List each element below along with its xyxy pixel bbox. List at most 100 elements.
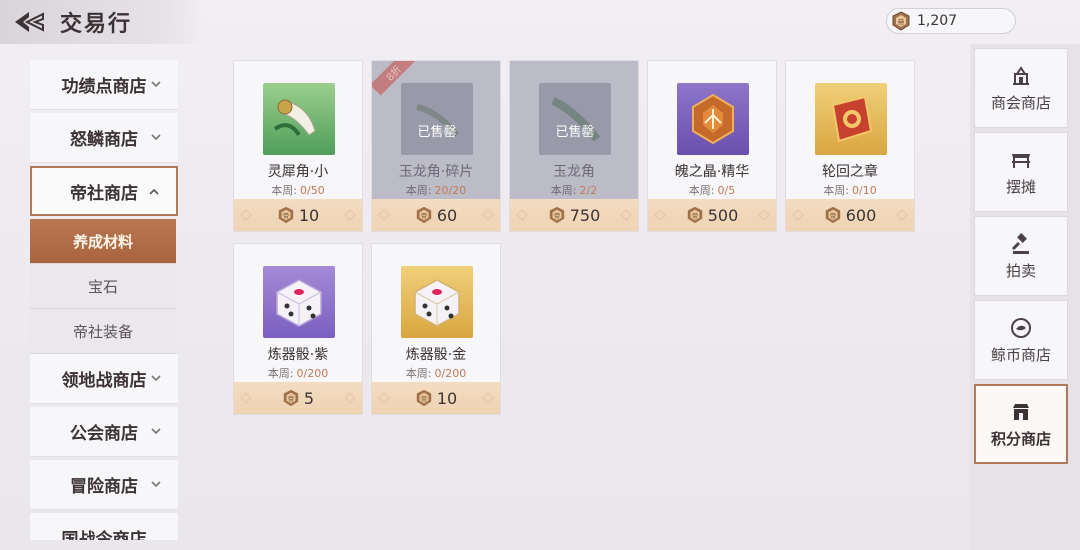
weekly-count: 2/2 <box>579 184 598 197</box>
chevron-down-icon <box>151 375 161 382</box>
weekly-label: 本周: <box>405 367 432 380</box>
svg-text:帝: 帝 <box>898 18 905 27</box>
diamond-deco-icon <box>240 209 252 221</box>
menu-item-scale-shop[interactable]: 怒鳞商店 <box>30 113 178 163</box>
weekly-label: 本周: <box>271 184 297 197</box>
item-price: 60 <box>436 205 458 225</box>
item-price: 600 <box>845 205 877 225</box>
weekly-label: 本周: <box>823 184 849 197</box>
nav-whale-coin-shop[interactable]: 鲸币商店 <box>974 300 1068 380</box>
svg-text:帝: 帝 <box>421 394 427 403</box>
menu-item-merit-shop[interactable]: 功绩点商店 <box>30 60 178 110</box>
menu-item-label: 功绩点商店 <box>61 77 147 97</box>
weekly-count: 0/5 <box>717 184 736 197</box>
guild-shop-icon <box>1013 65 1029 85</box>
points-shop-icon <box>1013 403 1029 420</box>
weekly-limit: 本周: 20/20 <box>372 182 500 198</box>
menu-item-label: 公会商店 <box>70 424 138 444</box>
menu-item-label: 冒险商店 <box>70 477 138 497</box>
weekly-label: 本周: <box>688 184 715 197</box>
price-bar: 帝 500 <box>648 199 776 231</box>
weekly-count: 0/200 <box>296 367 329 380</box>
weekly-count: 0/10 <box>852 184 877 197</box>
nav-label: 积分商店 <box>990 429 1051 448</box>
emperor-coin-icon: 帝 <box>892 11 910 31</box>
menu-item-territory-shop[interactable]: 领地战商店 <box>30 354 178 404</box>
price-bar: 帝 750 <box>510 199 638 231</box>
back-arrow-icon <box>15 12 44 32</box>
svg-text:帝: 帝 <box>554 211 560 220</box>
shop-category-menu: 功绩点商店 怒鳞商店 帝社商店 养成材料 宝石 帝社装备 领地战商店 公会商店 … <box>30 60 178 540</box>
submenu-item-materials[interactable]: 养成材料 <box>30 219 176 264</box>
item-price: 10 <box>298 205 320 225</box>
weekly-limit: 本周: 0/50 <box>234 182 362 198</box>
item-name: 炼器骰·紫 <box>267 347 329 363</box>
nav-stall[interactable]: 摆摊 <box>974 132 1068 212</box>
nav-points-shop[interactable]: 积分商店 <box>974 384 1068 464</box>
item-card[interactable]: 轮回之章 本周: 0/10 帝 600 <box>785 60 915 232</box>
menu-item-dishe-shop[interactable]: 帝社商店 <box>30 166 178 216</box>
menu-item-national-war-shop[interactable]: 国战令商店 <box>30 513 178 540</box>
horn-icon <box>263 83 335 155</box>
menu-item-guild-shop[interactable]: 公会商店 <box>30 407 178 457</box>
trade-nav: 商会商店 摆摊 拍卖 鲸币商店 积分商店 <box>970 44 1080 550</box>
weekly-limit: 本周: 0/200 <box>372 365 500 381</box>
diamond-deco-icon <box>482 209 494 221</box>
item-card[interactable]: 灵犀角·小 本周: 0/50 帝 10 <box>233 60 363 232</box>
emperor-coin-icon: 帝 <box>687 206 702 224</box>
price-bar: 帝 60 <box>372 199 500 231</box>
emperor-coin-icon: 帝 <box>549 206 564 224</box>
chevron-down-icon <box>151 134 161 141</box>
diamond-deco-icon <box>620 209 632 221</box>
item-price: 750 <box>569 205 601 225</box>
nav-auction[interactable]: 拍卖 <box>974 216 1068 296</box>
nav-label: 鲸币商店 <box>990 345 1051 364</box>
item-price: 10 <box>436 388 458 408</box>
chevron-down-icon <box>151 81 161 88</box>
top-bar: 交易行 帝 1,207 <box>0 0 1080 44</box>
emperor-coin-icon: 帝 <box>278 206 294 224</box>
item-card[interactable]: 炼器骰·金 本周: 0/200 帝 10 <box>371 243 501 415</box>
item-price: 5 <box>303 388 315 408</box>
crystal-essence-icon <box>677 83 749 155</box>
diamond-deco-icon <box>792 209 804 221</box>
nav-label: 拍卖 <box>1005 261 1036 280</box>
item-card[interactable]: 炼器骰·紫 本周: 0/200 帝 5 <box>233 243 363 415</box>
submenu-item-gems[interactable]: 宝石 <box>30 264 176 309</box>
menu-item-label: 领地战商店 <box>61 371 147 391</box>
price-bar: 帝 10 <box>234 199 362 231</box>
nav-guild-shop[interactable]: 商会商店 <box>974 48 1068 128</box>
svg-text:帝: 帝 <box>421 211 427 220</box>
purple-dice-icon <box>263 266 335 338</box>
weekly-limit: 本周: 0/10 <box>786 182 914 198</box>
item-name: 炼器骰·金 <box>405 347 467 363</box>
diamond-deco-icon <box>378 209 390 221</box>
weekly-limit: 本周: 0/200 <box>234 365 362 381</box>
price-bar: 帝 5 <box>234 382 362 414</box>
page-title: 交易行 <box>60 11 133 37</box>
menu-item-label: 帝社商店 <box>70 183 138 204</box>
item-name: 轮回之章 <box>822 164 878 180</box>
price-bar: 帝 10 <box>372 382 500 414</box>
currency-display: 帝 1,207 <box>886 8 1016 34</box>
menu-item-adventure-shop[interactable]: 冒险商店 <box>30 460 178 510</box>
svg-text:帝: 帝 <box>288 394 294 403</box>
svg-text:帝: 帝 <box>830 211 836 220</box>
weekly-limit: 本周: 0/5 <box>648 182 776 198</box>
diamond-deco-icon <box>516 209 528 221</box>
item-name: 灵犀角·小 <box>267 164 329 180</box>
diamond-deco-icon <box>240 392 252 404</box>
item-grid: 灵犀角·小 本周: 0/50 帝 10 8折 已售罄 玉龙角·碎片 本周: 20/2… <box>233 60 933 420</box>
back-button[interactable] <box>0 0 60 44</box>
diamond-deco-icon <box>654 209 666 221</box>
weekly-count: 0/50 <box>300 184 325 197</box>
chevron-up-icon <box>149 188 159 195</box>
submenu-item-equipment[interactable]: 帝社装备 <box>30 309 176 354</box>
item-card[interactable]: 魄之晶·精华 本周: 0/5 帝 500 <box>647 60 777 232</box>
menu-item-label: 国战令商店 <box>61 530 147 540</box>
item-price: 500 <box>707 205 739 225</box>
item-card[interactable]: 8折 已售罄 玉龙角·碎片 本周: 20/20 帝 60 <box>371 60 501 232</box>
emperor-coin-icon: 帝 <box>416 389 432 407</box>
item-card[interactable]: 已售罄 玉龙角 本周: 2/2 帝 750 <box>509 60 639 232</box>
diamond-deco-icon <box>344 209 356 221</box>
